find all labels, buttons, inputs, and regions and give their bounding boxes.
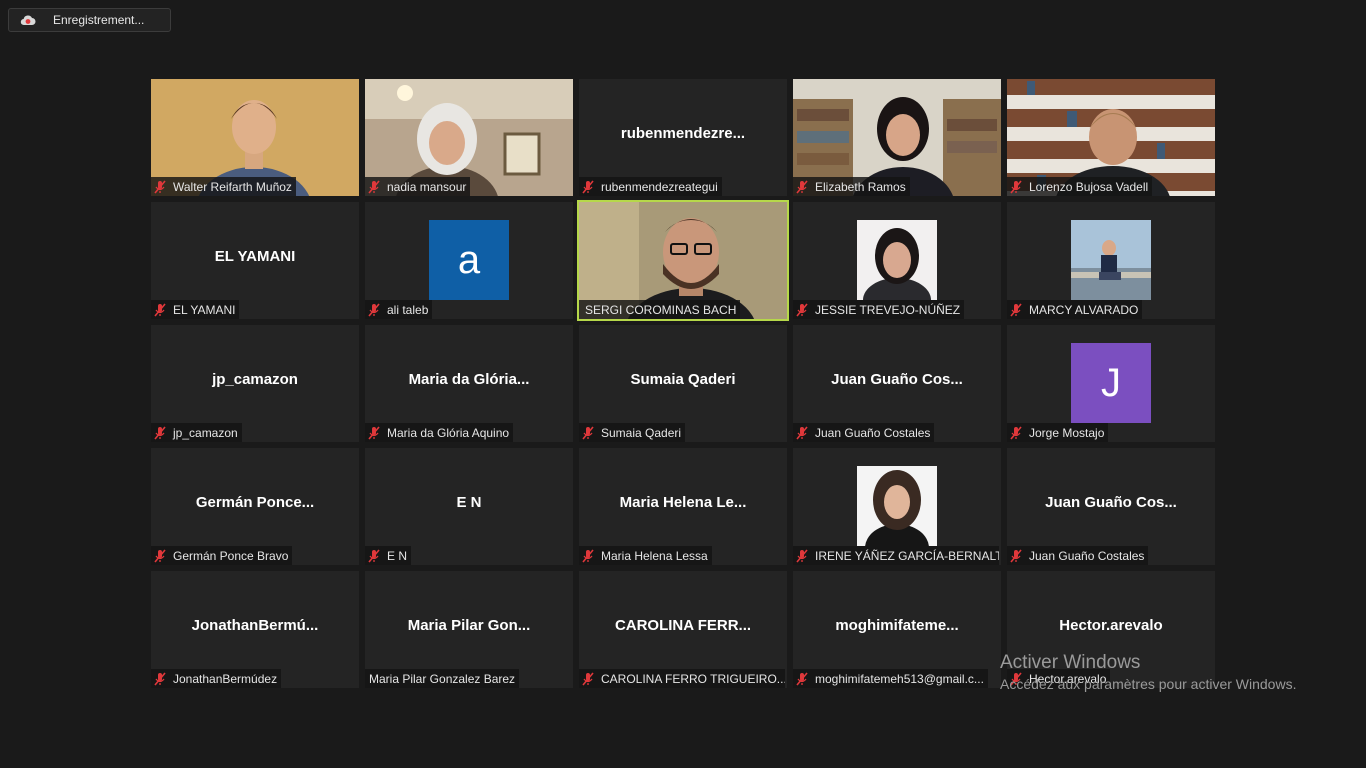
muted-mic-icon — [1010, 302, 1022, 317]
muted-mic-icon — [582, 179, 594, 194]
participant-name-label: Lorenzo Bujosa Vadell — [1007, 177, 1153, 196]
participant-tile[interactable]: JonathanBermú... JonathanBermúdez — [151, 571, 359, 688]
participant-tile[interactable]: Maria Pilar Gon... Maria Pilar Gonzalez … — [365, 571, 573, 688]
participant-tile[interactable]: J Jorge Mostajo — [1007, 325, 1215, 442]
participant-name-label: MARCY ALVARADO — [1007, 300, 1143, 319]
muted-mic-icon — [582, 548, 594, 563]
participant-tile[interactable]: Maria da Glória... Maria da Glória Aquin… — [365, 325, 573, 442]
participant-tile[interactable]: Maria Helena Le... Maria Helena Lessa — [579, 448, 787, 565]
participant-photo — [857, 220, 937, 300]
participant-display-name: JonathanBermú... — [191, 617, 319, 634]
gallery-view: Walter Reifarth Muñoz nadia mansour rube… — [151, 79, 1215, 688]
participant-tile[interactable]: Juan Guaño Cos... Juan Guaño Costales — [1007, 448, 1215, 565]
recording-label: Enregistrement... — [53, 13, 145, 27]
participant-name-label: JESSIE TREVEJO-NÚÑEZ — [793, 300, 965, 319]
participant-tile[interactable]: CAROLINA FERR... CAROLINA FERRO TRIGUEIR… — [579, 571, 787, 688]
participant-name-label: Juan Guaño Costales — [1007, 546, 1149, 565]
participant-tile[interactable]: jp_camazon jp_camazon — [151, 325, 359, 442]
participant-tile[interactable]: IRENE YÁÑEZ GARCÍA-BERNALT — [793, 448, 1001, 565]
participant-tile[interactable]: a ali taleb — [365, 202, 573, 319]
participant-name-label: jp_camazon — [151, 423, 242, 442]
participant-tile[interactable]: JESSIE TREVEJO-NÚÑEZ — [793, 202, 1001, 319]
participant-display-name: jp_camazon — [212, 371, 298, 388]
participant-tile[interactable]: Juan Guaño Cos... Juan Guaño Costales — [793, 325, 1001, 442]
participant-name-label: Maria da Glória Aquino — [365, 423, 514, 442]
muted-mic-icon — [368, 179, 380, 194]
participant-tile[interactable]: Sumaia Qaderi Sumaia Qaderi — [579, 325, 787, 442]
muted-mic-icon — [368, 302, 380, 317]
participant-display-name: E N — [456, 494, 482, 511]
participant-tile[interactable]: MARCY ALVARADO — [1007, 202, 1215, 319]
participant-display-name: Juan Guaño Cos... — [1045, 494, 1177, 511]
participant-display-name: Maria da Glória... — [408, 371, 530, 388]
participant-name-label: moghimifatemeh513@gmail.c... — [793, 669, 988, 688]
muted-mic-icon — [582, 671, 594, 686]
muted-mic-icon — [1010, 179, 1022, 194]
muted-mic-icon — [154, 548, 166, 563]
participant-tile[interactable]: Walter Reifarth Muñoz — [151, 79, 359, 196]
participant-name-label: EL YAMANI — [151, 300, 240, 319]
participant-display-name: moghimifateme... — [835, 617, 959, 634]
participant-name-label: nadia mansour — [365, 177, 471, 196]
participant-photo — [857, 466, 937, 546]
participant-name-label: JonathanBermúdez — [151, 669, 282, 688]
participant-display-name: CAROLINA FERR... — [614, 617, 752, 634]
participant-display-name: Juan Guaño Cos... — [831, 371, 963, 388]
muted-mic-icon — [796, 179, 808, 194]
recording-indicator[interactable]: Enregistrement... — [8, 8, 171, 32]
muted-mic-icon — [796, 425, 808, 440]
muted-mic-icon — [368, 548, 380, 563]
windows-activation-watermark: Activer Windows Accédez aux paramètres p… — [1000, 652, 1296, 692]
participant-name-label: Jorge Mostajo — [1007, 423, 1109, 442]
participant-tile[interactable]: moghimifateme... moghimifatemeh513@gmail… — [793, 571, 1001, 688]
participant-display-name: rubenmendezre... — [620, 125, 746, 142]
muted-mic-icon — [796, 671, 808, 686]
participant-tile[interactable]: Lorenzo Bujosa Vadell — [1007, 79, 1215, 196]
watermark-subtitle: Accédez aux paramètres pour activer Wind… — [1000, 676, 1297, 692]
participant-name-label: rubenmendezreategui — [579, 177, 722, 196]
watermark-title: Activer Windows — [1000, 652, 1141, 673]
participant-tile[interactable]: Germán Ponce... Germán Ponce Bravo — [151, 448, 359, 565]
participant-tile[interactable]: rubenmendezre... rubenmendezreategui — [579, 79, 787, 196]
participant-name-label: ali taleb — [365, 300, 433, 319]
participant-name-label: Maria Helena Lessa — [579, 546, 712, 565]
muted-mic-icon — [796, 548, 808, 563]
participant-name-label: Maria Pilar Gonzalez Barez — [365, 669, 520, 688]
active-speaker-tile[interactable]: SERGI COROMINAS BACH — [577, 200, 789, 321]
participant-tile[interactable]: nadia mansour — [365, 79, 573, 196]
participant-display-name: Maria Helena Le... — [619, 494, 747, 511]
participant-avatar: J — [1071, 343, 1151, 423]
participant-display-name: Maria Pilar Gon... — [407, 617, 531, 634]
participant-tile[interactable]: Elizabeth Ramos — [793, 79, 1001, 196]
participant-display-name: Germán Ponce... — [195, 494, 315, 511]
participant-name-label: CAROLINA FERRO TRIGUEIRO... — [579, 669, 785, 688]
muted-mic-icon — [154, 425, 166, 440]
participant-name-label: SERGI COROMINAS BACH — [579, 300, 741, 319]
muted-mic-icon — [796, 302, 808, 317]
participant-name-label: Sumaia Qaderi — [579, 423, 686, 442]
participant-name-label: E N — [365, 546, 412, 565]
participant-avatar: a — [429, 220, 509, 300]
participant-display-name: EL YAMANI — [214, 248, 296, 265]
participant-tile[interactable]: E N E N — [365, 448, 573, 565]
muted-mic-icon — [1010, 548, 1022, 563]
participant-name-label: Juan Guaño Costales — [793, 423, 935, 442]
participant-name-label: Elizabeth Ramos — [793, 177, 910, 196]
participant-name-label: Walter Reifarth Muñoz — [151, 177, 296, 196]
participant-name-label: IRENE YÁÑEZ GARCÍA-BERNALT — [793, 546, 999, 565]
muted-mic-icon — [582, 425, 594, 440]
muted-mic-icon — [368, 425, 380, 440]
muted-mic-icon — [154, 302, 166, 317]
muted-mic-icon — [154, 671, 166, 686]
participant-tile[interactable]: EL YAMANI EL YAMANI — [151, 202, 359, 319]
muted-mic-icon — [1010, 425, 1022, 440]
participant-display-name: Sumaia Qaderi — [630, 371, 736, 388]
cloud-record-icon — [20, 13, 36, 27]
participant-name-label: Germán Ponce Bravo — [151, 546, 293, 565]
muted-mic-icon — [154, 179, 166, 194]
participant-photo — [1071, 220, 1151, 300]
